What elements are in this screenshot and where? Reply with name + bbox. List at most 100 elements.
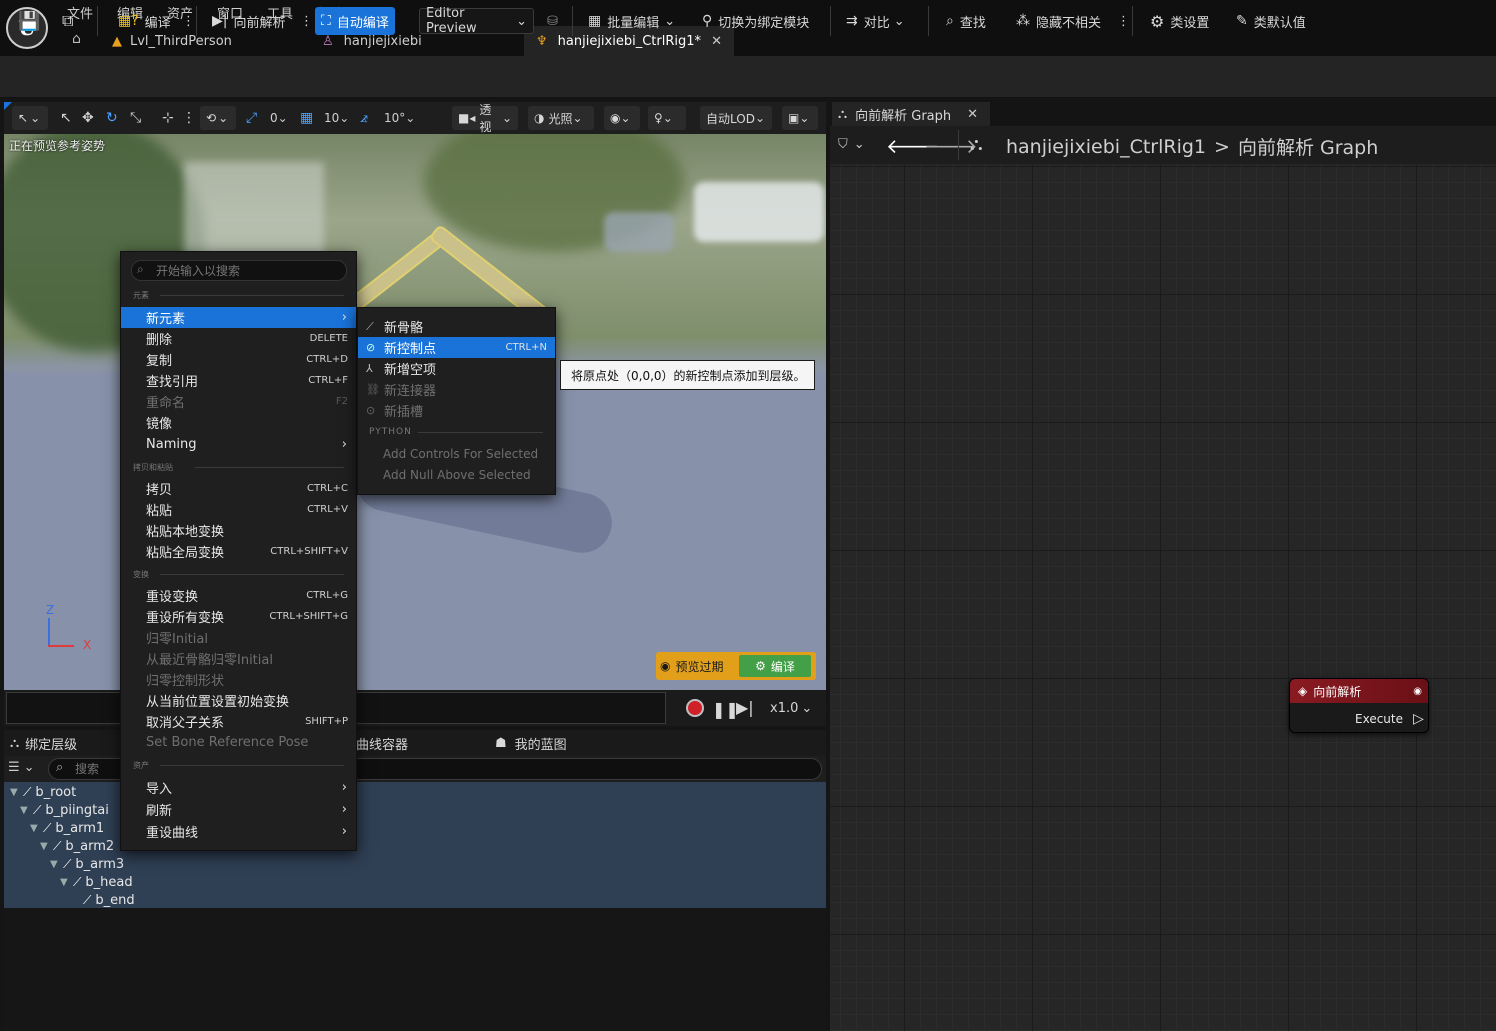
viewport-layout-dropdown[interactable]: ▣ ⌄ (782, 106, 818, 130)
surface-snap-dropdown[interactable]: ⟲ ⌄ (200, 106, 236, 130)
debug-object-icon[interactable]: ⛁ (541, 8, 564, 34)
menu-duplicate[interactable]: 复制 CTRL+D (121, 349, 356, 370)
breadcrumb-root[interactable]: hanjiejixiebi_CtrlRig1 (1006, 136, 1206, 158)
preview-expired-button[interactable]: ◉ 预览过期 (660, 655, 724, 677)
execute-pin[interactable]: Execute ▷ (1355, 711, 1424, 727)
menu-find-references[interactable]: 查找引用 CTRL+F (121, 370, 356, 391)
menu-rename[interactable]: 重命名 F2 (121, 391, 356, 412)
compile-button[interactable]: ▦? 编译 (112, 8, 177, 34)
submenu-add-controls[interactable]: Add Controls For Selected (383, 447, 538, 461)
tree-row[interactable]: ▼ ⟋ b_arm1 (30, 819, 104, 837)
perspective-dropdown[interactable]: ■◂ 透视 ⌄ (452, 103, 518, 134)
rotation-snap-icon[interactable]: ⦨ (360, 106, 368, 130)
record-icon[interactable] (686, 699, 704, 717)
close-tab-icon[interactable]: ✕ (967, 107, 978, 122)
menu-new-element[interactable]: 新元素 › (121, 307, 356, 328)
more-options-icon[interactable]: ⋮ (176, 8, 201, 34)
scale-tool-icon[interactable]: ⤡ (130, 106, 141, 130)
character-dropdown[interactable]: ♀ ⌄ (648, 106, 686, 130)
expand-arrow-icon[interactable]: ▼ (40, 841, 50, 852)
submenu-new-connector[interactable]: ⛓ 新连接器 (358, 379, 555, 400)
lod-dropdown[interactable]: 自动LOD ⌄ (700, 106, 772, 130)
bookmark-dropdown[interactable]: ⛉ ⌄ (838, 137, 865, 152)
expand-arrow-icon[interactable]: ▼ (50, 859, 60, 870)
tab-forward-solve-graph[interactable]: ⛬ 向前解析 Graph ✕ (832, 102, 990, 126)
submenu-new-control[interactable]: ⊘ 新控制点 CTRL+N (358, 337, 555, 358)
save-icon[interactable]: 💾 (12, 8, 46, 34)
menu-reset-curves[interactable]: 重设曲线 › (121, 821, 356, 842)
menu-unparent[interactable]: 取消父子关系 SHIFT+P (121, 711, 356, 732)
defaults-edit-icon: ✎ (1236, 13, 1248, 29)
menu-refresh[interactable]: 刷新 › (121, 799, 356, 820)
expand-arrow-icon[interactable]: ▼ (10, 787, 20, 798)
delegate-pin-icon[interactable]: ◉ (1413, 686, 1422, 697)
select-tool-icon[interactable]: ↖ (60, 106, 72, 130)
location-snap-icon[interactable]: ⤢ (246, 106, 257, 130)
coordinate-space-icon[interactable]: ⊹ (162, 106, 174, 130)
menu-copy[interactable]: 拷贝 CTRL+C (121, 478, 356, 499)
menu-set-bone-reference-pose[interactable]: Set Bone Reference Pose (121, 732, 356, 753)
menu-naming[interactable]: Naming › (121, 434, 356, 455)
tree-row[interactable]: ▼ ⟋ b_arm3 (50, 855, 124, 873)
tree-row[interactable]: ▼ ⟋ b_piingtai (20, 801, 109, 819)
expand-arrow-icon[interactable]: ▼ (20, 805, 30, 816)
menu-set-initial-transform[interactable]: 从当前位置设置初始变换 (121, 690, 356, 711)
exec-pin-icon[interactable]: ▷ (1413, 711, 1424, 727)
tree-row[interactable]: ▼ ⟋ b_root (10, 783, 76, 801)
tab-curve-container[interactable]: 曲线容器 (356, 734, 408, 753)
menu-paste-global[interactable]: 粘贴全局变换 CTRL+SHIFT+V (121, 541, 356, 562)
menu-zero-control-shape[interactable]: 归零控制形状 (121, 669, 356, 690)
class-defaults-button[interactable]: ✎ 类默认值 (1230, 8, 1312, 34)
filter-dropdown[interactable]: ☰ ⌄ (8, 760, 35, 775)
breadcrumb-leaf[interactable]: 向前解析 Graph (1238, 133, 1378, 160)
menu-zero-from-bone[interactable]: 从最近骨骼归零Initial (121, 648, 356, 669)
submenu-add-null-above[interactable]: Add Null Above Selected (383, 468, 531, 482)
grid-size-value[interactable]: 10 ⌄ (324, 106, 349, 130)
lighting-dropdown[interactable]: ◑ 光照 ⌄ (528, 106, 594, 130)
close-tab-icon[interactable]: ✕ (711, 34, 722, 49)
auto-compile-button[interactable]: ⛶ 自动编译 (315, 7, 395, 35)
forward-solve-node[interactable]: ◈ 向前解析 ◉ Execute ▷ (1289, 678, 1429, 733)
tab-my-blueprint[interactable]: ☗ 我的蓝图 (495, 734, 567, 753)
show-dropdown[interactable]: ◉ ⌄ (604, 106, 640, 130)
playback-speed-dropdown[interactable]: x1.0 ⌄ (770, 701, 812, 716)
location-snap-value[interactable]: 0 ⌄ (270, 106, 288, 130)
grid-snap-icon[interactable]: ▦ (300, 106, 313, 130)
menu-paste[interactable]: 粘贴 CTRL+V (121, 499, 356, 520)
menu-import[interactable]: 导入 › (121, 777, 356, 798)
menu-delete[interactable]: 删除 DELETE (121, 328, 356, 349)
forward-solve-button[interactable]: ▶| 向前解析 (206, 8, 292, 34)
tree-row[interactable]: ⟋ b_end (70, 891, 135, 909)
viewport-compile-button[interactable]: ⚙ 编译 (739, 655, 811, 677)
compare-button[interactable]: ⇉ 对比 ⌄ (840, 8, 911, 34)
editor-preview-dropdown[interactable]: Editor Preview ⌄ (419, 6, 534, 36)
tree-row[interactable]: ▼ ⟋ b_head (60, 873, 133, 891)
tab-rig-hierarchy[interactable]: ⛬ 绑定层级 (10, 734, 77, 753)
menu-reset-transform[interactable]: 重设变换 CTRL+G (121, 585, 356, 606)
translate-tool-icon[interactable]: ✥ (82, 106, 94, 130)
pause-icon[interactable]: ❚❚ (712, 700, 739, 719)
submenu-new-socket[interactable]: ⊙ 新插槽 (358, 400, 555, 421)
menu-reset-all-transforms[interactable]: 重设所有变换 CTRL+SHIFT+G (121, 606, 356, 627)
menu-paste-local[interactable]: 粘贴本地变换 (121, 520, 356, 541)
rotate-tool-icon[interactable]: ↻ (106, 106, 118, 130)
expand-arrow-icon[interactable]: ▼ (60, 877, 70, 888)
expand-arrow-icon[interactable]: ▼ (30, 823, 40, 834)
select-mode-dropdown[interactable]: ↖ ⌄ (12, 106, 48, 130)
graph-canvas[interactable] (830, 164, 1496, 1031)
class-settings-button[interactable]: ⚙ 类设置 (1144, 8, 1215, 34)
submenu-new-bone[interactable]: ⟋ 新骨骼 (358, 316, 555, 337)
context-search-input[interactable] (131, 260, 347, 281)
tree-row[interactable]: ▼ ⟋ b_arm2 (40, 837, 114, 855)
find-button[interactable]: ⌕ 查找 (940, 8, 992, 34)
step-forward-icon[interactable]: ▶| (736, 698, 754, 717)
rotation-snap-value[interactable]: 10° ⌄ (384, 106, 415, 130)
switch-binding-button[interactable]: ⚲ 切换为绑定模块 (696, 8, 815, 34)
menu-mirror[interactable]: 镜像 (121, 412, 356, 433)
more-options-icon[interactable]: ⋮ (182, 106, 196, 130)
menu-zero-initial[interactable]: 归零Initial (121, 627, 356, 648)
submenu-new-null[interactable]: ⅄ 新增空项 (358, 358, 555, 379)
browse-icon[interactable]: ⧉ (56, 8, 79, 34)
hide-unrelated-button[interactable]: ⁂ 隐藏不相关 (1010, 8, 1107, 34)
batch-edit-button[interactable]: ▦ 批量编辑 ⌄ (582, 8, 681, 34)
